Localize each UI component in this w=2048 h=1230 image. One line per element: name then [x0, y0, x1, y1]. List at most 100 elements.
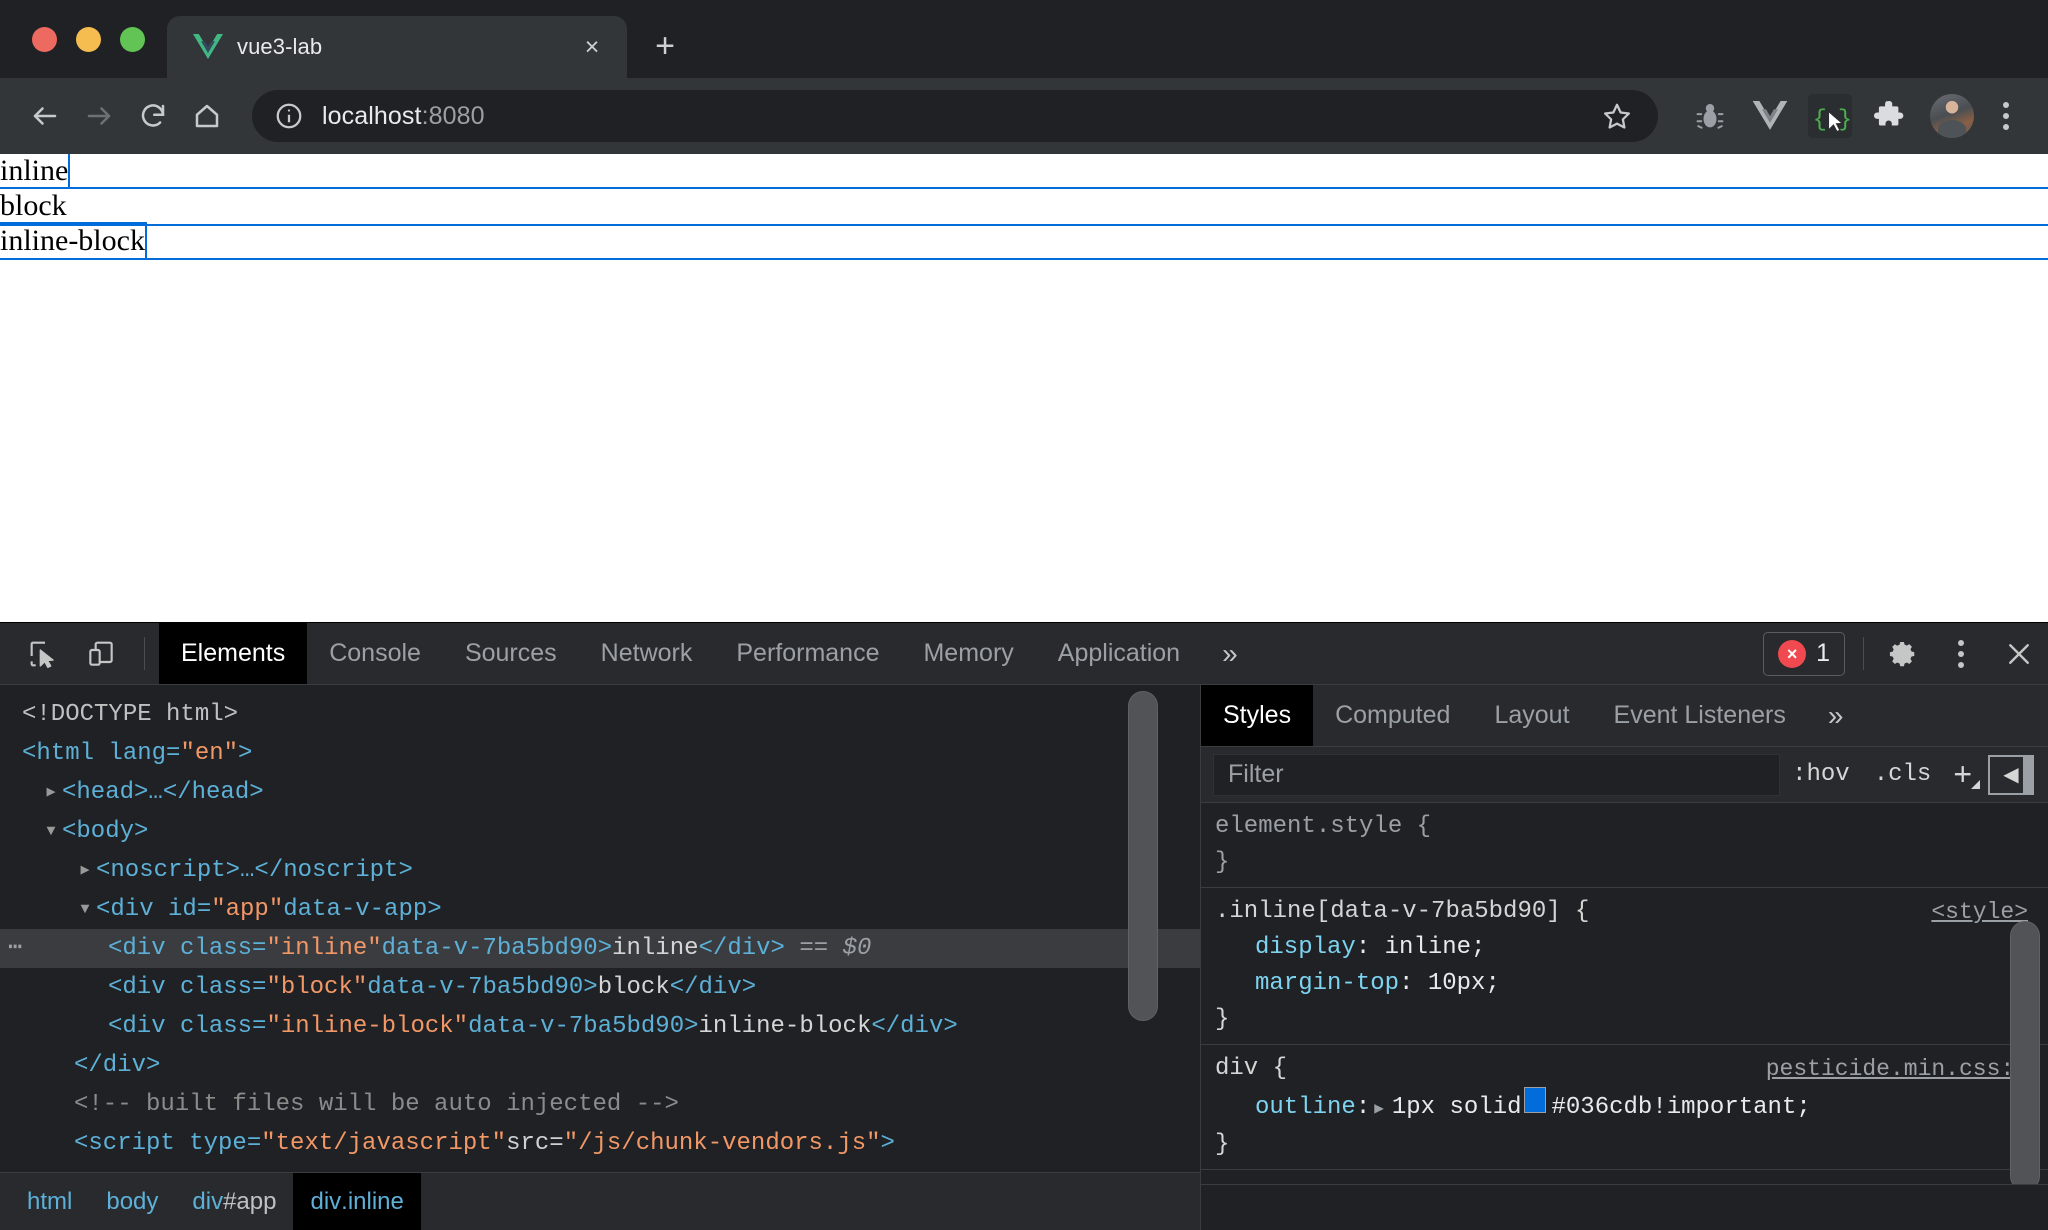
device-toolbar-icon[interactable] — [72, 623, 130, 684]
bug-icon[interactable] — [1686, 92, 1734, 140]
breadcrumb-item-div-app[interactable]: div #app — [175, 1173, 293, 1230]
minimize-window-button[interactable] — [76, 27, 101, 52]
home-button[interactable] — [180, 89, 234, 143]
dom-line-head[interactable]: ▶ <head>…</head> — [0, 773, 1200, 812]
html-lang-value: "en" — [180, 740, 239, 767]
dom-line-div-app-close[interactable]: </div> — [0, 1046, 1200, 1085]
css-property-value[interactable]: 10px; — [1428, 966, 1500, 1002]
div-block-class-value: "block" — [266, 974, 368, 1001]
maximize-window-button[interactable] — [120, 27, 145, 52]
expand-triangle-icon[interactable]: ▶ — [40, 773, 62, 812]
chrome-menu-icon[interactable] — [1986, 102, 2026, 130]
rule-selector-line[interactable]: .inline[data-v-7ba5bd90] { <style> — [1201, 894, 2048, 930]
styles-filter-input[interactable]: Filter — [1213, 753, 1781, 796]
tab-event-listeners[interactable]: Event Listeners — [1592, 685, 1808, 746]
dom-line-div-app[interactable]: ▼ <div id= "app" data-v-app> — [0, 890, 1200, 929]
dom-line-body[interactable]: ▼ <body> — [0, 812, 1200, 851]
styles-scrollbar[interactable] — [2010, 921, 2040, 1184]
code-cursor-icon[interactable]: { } — [1806, 92, 1854, 140]
close-window-button[interactable] — [32, 27, 57, 52]
dom-line-noscript[interactable]: ▶ <noscript>…</noscript> — [0, 851, 1200, 890]
tab-sources[interactable]: Sources — [443, 623, 579, 684]
dom-tree[interactable]: <!DOCTYPE html> <html lang= "en" > ▶ <head>… — [0, 685, 1200, 1172]
css-property-name[interactable]: outline — [1255, 1090, 1356, 1126]
error-icon: × — [1778, 639, 1807, 668]
div-inline-attrs: data-v-7ba5bd90> — [381, 935, 613, 962]
more-tabs-icon[interactable]: » — [1202, 623, 1258, 684]
style-rule-div-pesticide[interactable]: div { pesticide.min.css:2 outline: ▶ 1px s… — [1201, 1045, 2048, 1170]
style-rule-inline-class[interactable]: .inline[data-v-7ba5bd90] { <style> displ… — [1201, 888, 2048, 1045]
dom-line-div-block[interactable]: <div class= "block" data-v-7ba5bd90> block… — [0, 968, 1200, 1007]
expand-shorthand-icon[interactable]: ▶ — [1374, 1091, 1384, 1127]
declaration-margin-top[interactable]: margin-top: 10px; — [1201, 966, 2048, 1002]
tab-elements[interactable]: Elements — [159, 623, 308, 684]
collapse-triangle-icon[interactable]: ▼ — [40, 812, 62, 851]
dom-line-doctype[interactable]: <!DOCTYPE html> — [0, 695, 1200, 734]
inspect-element-icon[interactable] — [14, 623, 72, 684]
style-rule-element-style[interactable]: element.style { } — [1201, 803, 2048, 888]
vue-devtools-icon[interactable] — [1746, 92, 1794, 140]
breadcrumb-item-div-inline[interactable]: div .inline — [293, 1173, 421, 1230]
expand-triangle-icon[interactable]: ▶ — [74, 851, 96, 890]
css-property-value[interactable]: inline; — [1385, 930, 1486, 966]
dom-line-div-inline[interactable]: ⋯ <div class= "inline" data-v-7ba5bd90> in… — [0, 929, 1200, 968]
page-element-inline-block: inline-block — [0, 221, 147, 261]
css-property-name[interactable]: display — [1255, 930, 1356, 966]
more-sidebar-tabs-icon[interactable]: » — [1808, 685, 1864, 746]
devtools-menu-icon[interactable] — [1932, 623, 1990, 684]
color-swatch[interactable] — [1523, 1087, 1546, 1113]
rule-selector-line[interactable]: element.style { — [1201, 809, 2048, 845]
hov-toggle-button[interactable]: :hov — [1780, 761, 1862, 788]
close-devtools-icon[interactable] — [1990, 623, 2048, 684]
rule-origin-link[interactable]: pesticide.min.css:2 — [1766, 1051, 2028, 1087]
error-count-badge[interactable]: × 1 — [1763, 631, 1845, 676]
app-root: inline block inline-block — [0, 154, 2048, 261]
bookmark-star-icon[interactable] — [1594, 93, 1640, 139]
dom-line-html[interactable]: <html lang= "en" > — [0, 734, 1200, 773]
css-property-value[interactable]: #036cdb!important; — [1552, 1090, 1811, 1126]
settings-gear-icon[interactable] — [1874, 623, 1932, 684]
dom-line-script[interactable]: <script type= "text/javascript" src= "/js/… — [0, 1124, 1200, 1163]
site-info-icon[interactable] — [274, 101, 304, 131]
node-actions-icon[interactable]: ⋯ — [8, 929, 24, 968]
tab-performance[interactable]: Performance — [714, 623, 901, 684]
tab-network[interactable]: Network — [579, 623, 715, 684]
forward-button[interactable] — [72, 89, 126, 143]
styles-rules-list[interactable]: element.style { } .inline[data-v-7ba5bd9… — [1201, 803, 2048, 1184]
div-app-rest: data-v-app> — [283, 896, 442, 923]
declaration-display[interactable]: display: inline; — [1201, 930, 2048, 966]
tab-styles[interactable]: Styles — [1201, 685, 1314, 746]
address-bar[interactable]: localhost:8080 — [252, 90, 1658, 142]
error-count: 1 — [1816, 639, 1830, 667]
window-traffic-lights — [0, 27, 167, 78]
tab-computed[interactable]: Computed — [1313, 685, 1472, 746]
cls-toggle-button[interactable]: .cls — [1862, 761, 1944, 788]
browser-tab[interactable]: vue3-lab × — [167, 16, 627, 78]
dom-line-div-inline-block[interactable]: <div class= "inline-block" data-v-7ba5bd9… — [0, 1007, 1200, 1046]
reload-button[interactable] — [126, 89, 180, 143]
tab-console[interactable]: Console — [307, 623, 443, 684]
new-style-rule-button[interactable]: + — [1943, 756, 1982, 793]
rule-close-line: } — [1201, 845, 2048, 881]
dom-tree-scrollbar[interactable] — [1128, 691, 1158, 1021]
rule-selector-line[interactable]: div { pesticide.min.css:2 — [1201, 1051, 2048, 1087]
rule-close-brace: } — [1215, 1006, 1230, 1033]
close-tab-button[interactable]: × — [575, 30, 609, 64]
tab-application[interactable]: Application — [1036, 623, 1202, 684]
toggle-computed-sidebar-button[interactable]: ◀ — [1988, 754, 2034, 795]
declaration-outline[interactable]: outline: ▶ 1px solid #036cdb!important; — [1201, 1087, 2048, 1127]
css-property-name[interactable]: margin-top — [1255, 966, 1399, 1002]
extensions-puzzle-icon[interactable] — [1866, 92, 1914, 140]
new-tab-button[interactable]: + — [641, 22, 689, 70]
breadcrumb-item-body[interactable]: body — [89, 1173, 175, 1230]
back-button[interactable] — [18, 89, 72, 143]
profile-avatar[interactable] — [1930, 94, 1974, 138]
div-app-id-value: "app" — [211, 896, 284, 923]
div-block-close: </div> — [669, 974, 757, 1001]
div-inline-close: </div> — [698, 935, 785, 962]
dom-line-comment[interactable]: <!-- built files will be auto injected -… — [0, 1085, 1200, 1124]
breadcrumb-item-html[interactable]: html — [10, 1173, 89, 1230]
tab-memory[interactable]: Memory — [901, 623, 1035, 684]
tab-layout[interactable]: Layout — [1472, 685, 1591, 746]
collapse-triangle-icon[interactable]: ▼ — [74, 890, 96, 929]
